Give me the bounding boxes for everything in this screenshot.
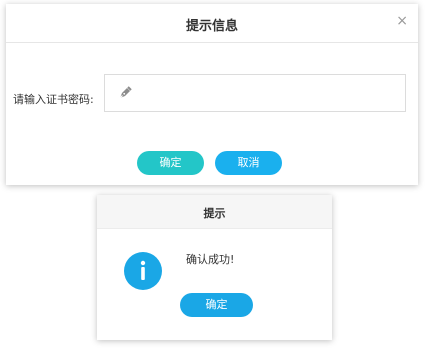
confirm-button[interactable]: 确定 [137, 151, 204, 175]
confirm-button[interactable]: 确定 [180, 293, 253, 317]
success-dialog: 提示 确认成功! 确定 [97, 195, 332, 340]
certificate-password-dialog: 提示信息 × 请输入证书密码: 确定 取消 [6, 4, 418, 185]
dialog-header: 提示信息 × [6, 4, 418, 43]
password-label: 请输入证书密码: [13, 93, 94, 106]
dialog-header: 提示 [97, 195, 332, 229]
close-icon[interactable]: × [396, 13, 408, 29]
dialog-title: 提示信息 [185, 19, 238, 34]
cancel-button[interactable]: 取消 [215, 151, 282, 175]
success-message: 确认成功! [186, 253, 235, 266]
certificate-password-input[interactable] [104, 74, 406, 112]
pen-icon [119, 86, 132, 99]
info-icon [124, 252, 162, 290]
dialog-title: 提示 [203, 207, 226, 220]
